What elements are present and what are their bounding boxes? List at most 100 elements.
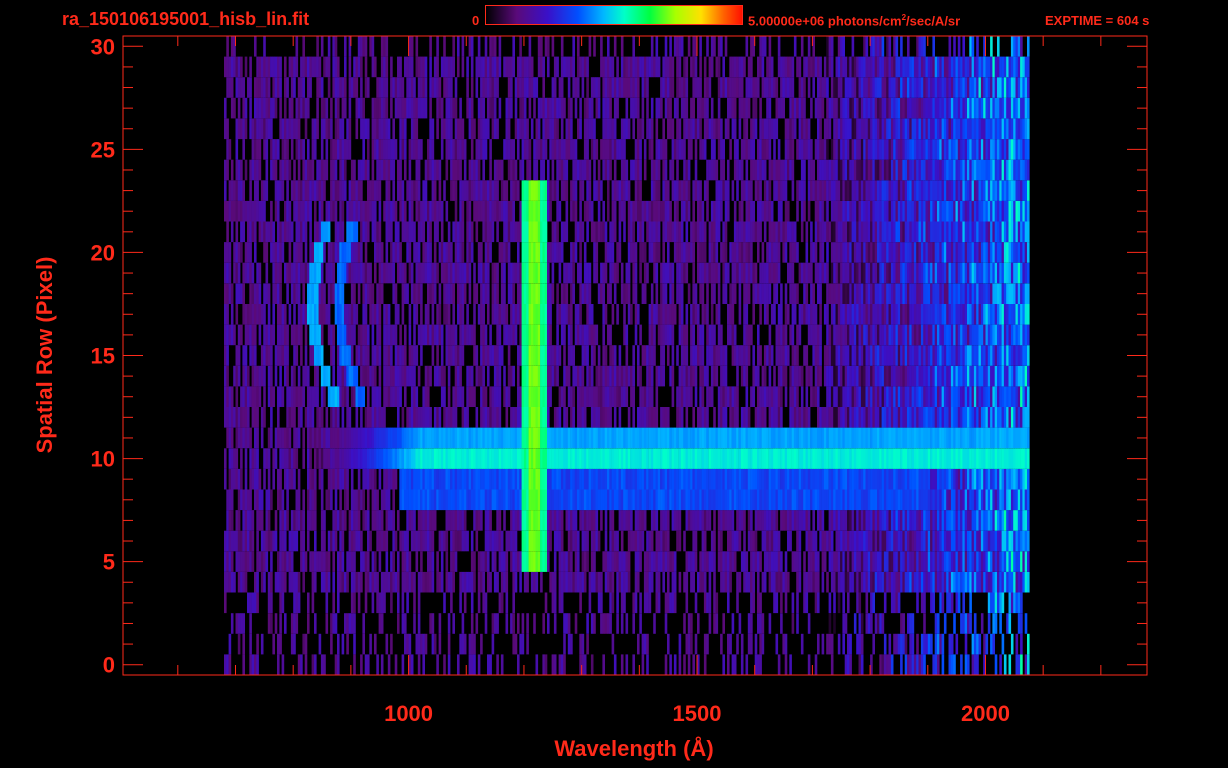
heatmap-cell (350, 592, 354, 614)
heatmap-cell (544, 530, 548, 552)
heatmap-cell (523, 468, 527, 490)
heatmap-cell (459, 365, 462, 387)
heatmap-cell (611, 633, 615, 655)
heatmap-cell (542, 613, 545, 634)
heatmap-cell (872, 283, 875, 304)
heatmap-cell (503, 365, 506, 387)
heatmap-cell (990, 551, 993, 572)
heatmap-cell (233, 448, 236, 469)
heatmap-cell (613, 489, 617, 511)
heatmap-cell (994, 304, 998, 325)
heatmap-cell (920, 345, 924, 366)
heatmap-cell (916, 592, 919, 614)
heatmap-cell (664, 304, 668, 325)
heatmap-cell (973, 304, 977, 325)
heatmap-cell (431, 262, 435, 284)
heatmap-cell (784, 345, 788, 366)
heatmap-cell (805, 510, 809, 531)
heatmap-cell (503, 427, 506, 449)
heatmap-cell (314, 324, 317, 346)
heatmap-cell (930, 592, 933, 614)
heatmap-cell (920, 386, 924, 407)
heatmap-cell (913, 530, 917, 552)
heatmap-cell (953, 551, 956, 572)
heatmap-cell (480, 304, 483, 325)
heatmap-cell (1027, 489, 1030, 511)
heatmap-cell (823, 407, 827, 428)
heatmap-cell (978, 345, 982, 366)
heatmap-cell (913, 283, 917, 304)
heatmap-cell (994, 530, 998, 552)
heatmap-cell (957, 448, 961, 469)
heatmap-cell (692, 407, 695, 428)
heatmap-cell (408, 633, 412, 655)
heatmap-cell (487, 345, 490, 366)
heatmap-cell (879, 324, 882, 346)
heatmap-cell (523, 365, 527, 387)
heatmap-cell (740, 510, 744, 531)
heatmap-cell (613, 365, 617, 387)
heatmap-cell (1027, 468, 1030, 490)
heatmap-cell (387, 365, 391, 387)
heatmap-cell (886, 324, 889, 346)
heatmap-cell (708, 345, 712, 366)
heatmap-cell (927, 530, 931, 552)
heatmap-cell (477, 304, 481, 325)
heatmap-cell (807, 324, 811, 346)
heatmap-cell (895, 489, 899, 511)
heatmap-cell (316, 345, 319, 366)
heatmap-cell (341, 365, 345, 387)
heatmap-cell (461, 530, 465, 552)
heatmap-cell (339, 427, 342, 449)
heatmap-cell (877, 304, 880, 325)
heatmap-cell (498, 304, 502, 325)
heatmap-cell (517, 407, 520, 428)
heatmap-cell (433, 489, 437, 511)
heatmap-cell (879, 613, 882, 634)
heatmap-cell (224, 407, 227, 428)
heatmap-cell (353, 324, 356, 346)
heatmap-cell (830, 551, 834, 572)
heatmap-cell (514, 510, 518, 531)
heatmap-cell (457, 654, 460, 675)
heatmap-cell (233, 407, 236, 428)
heatmap-cell (930, 571, 933, 593)
heatmap-cell (660, 427, 663, 449)
heatmap-cell (634, 551, 638, 572)
heatmap-cell (327, 530, 331, 552)
heatmap-cell (482, 324, 485, 346)
heatmap-cell (230, 510, 234, 531)
heatmap-cell (729, 386, 732, 407)
heatmap-cell (727, 654, 730, 675)
heatmap-cell (865, 386, 869, 407)
heatmap-cell (886, 345, 889, 366)
heatmap-cell (424, 262, 428, 284)
heatmap-cell (470, 551, 474, 572)
heatmap-cell (311, 654, 315, 675)
heatmap-cell (971, 407, 975, 428)
heatmap-cell (528, 283, 532, 304)
heatmap-cell (877, 283, 880, 304)
heatmap-cell (533, 530, 536, 552)
heatmap-cell (436, 468, 439, 490)
heatmap-cell (662, 448, 665, 469)
heatmap-cell (314, 345, 317, 366)
heatmap-cell (438, 324, 442, 346)
heatmap-cell (870, 365, 873, 387)
heatmap-cell (680, 345, 684, 366)
heatmap-cell (847, 386, 850, 407)
heatmap-cell (583, 427, 587, 449)
heatmap-cell (270, 489, 273, 511)
heatmap-cell (332, 448, 335, 469)
heatmap-cell (999, 324, 1002, 346)
heatmap-cell (468, 633, 472, 655)
heatmap-cell (233, 468, 236, 490)
heatmap-cell (290, 571, 294, 593)
heatmap-cell (925, 345, 929, 366)
heatmap-cell (701, 386, 705, 407)
heatmap-cell (413, 365, 416, 387)
heatmap-cell (367, 468, 370, 490)
heatmap-cell (528, 386, 532, 407)
heatmap-cell (791, 613, 795, 634)
heatmap-cell (487, 489, 490, 511)
